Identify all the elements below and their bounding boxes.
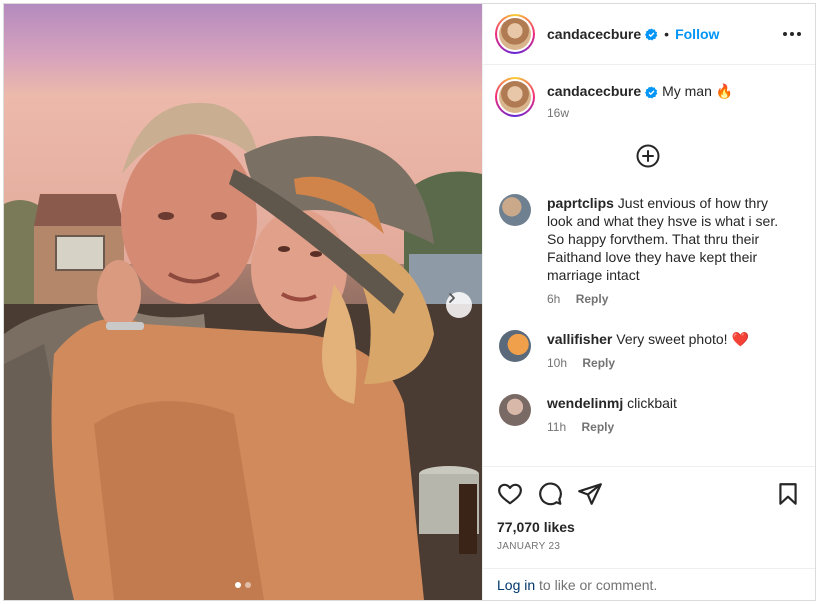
login-suffix: to like or comment. [535, 576, 658, 593]
instagram-post: candacecbure • Follow candacecbure My ma… [3, 3, 816, 601]
comment-time: 10h [547, 356, 568, 370]
carousel-dot-2 [245, 582, 251, 588]
post-date: JANUARY 23 [497, 541, 561, 552]
login-prompt: Log in to like or comment. [483, 568, 815, 600]
carousel-dot-1 [235, 582, 241, 588]
follow-button[interactable]: Follow [675, 26, 719, 42]
reply-button[interactable]: Reply [582, 356, 615, 370]
comment-avatar[interactable] [499, 330, 531, 362]
comment-text: Very sweet photo! ❤️ [616, 331, 749, 347]
comment-item: wendelinmj clickbait 11h Reply [495, 394, 801, 436]
photo-illustration [4, 4, 482, 600]
caption-time: 16w [547, 106, 570, 120]
comment-username[interactable]: wendelinmj [547, 395, 623, 411]
comment-username[interactable]: vallifisher [547, 331, 612, 347]
login-link[interactable]: Log in [497, 577, 535, 593]
post-photo[interactable] [4, 4, 482, 600]
carousel-dots [4, 582, 482, 588]
comment-avatar[interactable] [499, 194, 531, 226]
bookmark-icon[interactable] [775, 481, 801, 507]
post-caption: candacecbure My man 🔥 16w [495, 77, 801, 120]
comment-item: vallifisher Very sweet photo! ❤️ 10h Rep… [495, 330, 801, 372]
caption-username[interactable]: candacecbure [547, 83, 641, 99]
author-avatar[interactable] [495, 14, 535, 54]
separator-bullet: • [664, 26, 670, 42]
post-header: candacecbure • Follow [483, 4, 815, 65]
caption-text: My man 🔥 [662, 83, 734, 99]
comment-icon[interactable] [537, 481, 563, 507]
post-actions: 77,070 likes JANUARY 23 [483, 466, 815, 568]
comment-time: 6h [547, 292, 561, 306]
verified-badge-icon [645, 27, 658, 41]
comment-time: 11h [547, 420, 567, 434]
comments-section[interactable]: candacecbure My man 🔥 16w paprtclips Jus… [483, 65, 815, 466]
reply-button[interactable]: Reply [576, 292, 609, 306]
likes-count[interactable]: 77,070 likes [497, 519, 801, 535]
plus-circle-icon[interactable] [636, 144, 660, 168]
caption-author-avatar[interactable] [495, 77, 535, 117]
comment-text: clickbait [627, 395, 677, 411]
load-more-comments [495, 144, 801, 168]
comment-item: paprtclips Just envious of how thry look… [495, 194, 801, 308]
comment-avatar[interactable] [499, 394, 531, 426]
author-username[interactable]: candacecbure [547, 26, 641, 42]
post-side-panel: candacecbure • Follow candacecbure My ma… [482, 4, 815, 600]
chevron-right-icon [449, 293, 455, 303]
comment-username[interactable]: paprtclips [547, 195, 614, 211]
more-options-icon[interactable] [783, 32, 801, 36]
verified-badge-icon [645, 86, 658, 99]
paper-plane-icon[interactable] [577, 481, 603, 507]
carousel-next-button[interactable] [446, 292, 472, 318]
heart-icon[interactable] [497, 481, 523, 507]
reply-button[interactable]: Reply [581, 420, 614, 434]
